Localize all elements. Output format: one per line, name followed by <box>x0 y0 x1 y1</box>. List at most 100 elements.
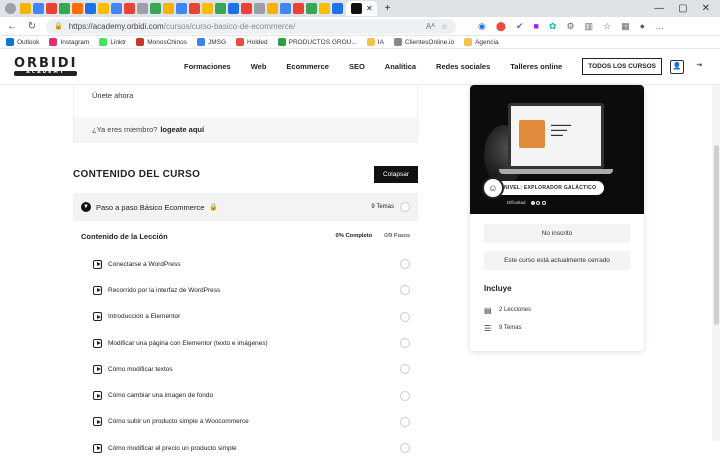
extension-icon[interactable]: ⬤ <box>496 21 506 32</box>
extension-icon[interactable]: ■ <box>533 21 538 32</box>
site-logo[interactable]: ORBIDI ACADEMY <box>14 57 78 76</box>
tab-favicon-icon[interactable] <box>254 3 265 14</box>
collapse-button[interactable]: Colapsar <box>373 166 418 183</box>
tab-favicon-icon[interactable] <box>293 3 304 14</box>
split-screen-icon[interactable]: ▥ <box>585 21 594 32</box>
favorite-star-icon[interactable]: ☆ <box>441 22 448 31</box>
laptop-mockup: ▬▬▬▬▬ ▬▬▬▬ ▬▬▬ <box>499 103 613 174</box>
new-tab-button[interactable]: + <box>385 3 391 14</box>
page-scrollbar[interactable] <box>712 85 720 441</box>
difficulty-dot <box>530 200 535 205</box>
refresh-icon[interactable]: ↻ <box>26 21 38 32</box>
close-window-icon[interactable]: ✕ <box>702 3 710 14</box>
puzzle-icon[interactable]: ⚙ <box>566 21 574 32</box>
lesson-item[interactable]: Cómo cambiar una imagen de fondo <box>73 382 418 408</box>
extension-icon[interactable]: ✿ <box>549 21 557 32</box>
tab-favicon-icon[interactable] <box>98 3 109 14</box>
url-field[interactable]: 🔒 https://academy.orbidi.com/cursos/curs… <box>46 18 456 34</box>
more-icon[interactable]: … <box>655 21 664 32</box>
tab-favicon-icon[interactable] <box>20 3 31 14</box>
close-icon[interactable]: ✕ <box>366 4 373 13</box>
lesson-item[interactable]: Cómo modificar el precio un producto sim… <box>73 435 418 461</box>
tab-favicon-icon[interactable] <box>163 3 174 14</box>
difficulty-dot <box>536 200 541 205</box>
logout-icon[interactable]: ⇥ <box>692 60 706 74</box>
tab-favicon-icon[interactable] <box>319 3 330 14</box>
read-aloud-icon[interactable]: Aᴬ <box>426 22 435 31</box>
bookmark-item[interactable]: PRODUCTOS GROU... <box>277 38 357 46</box>
lesson-item[interactable]: Cómo modificar textos <box>73 356 418 382</box>
lesson-item[interactable]: Introducción a Elementor <box>73 304 418 330</box>
bookmark-item[interactable]: Outlook <box>6 38 39 46</box>
bookmark-item[interactable]: MonosChinos <box>136 38 187 46</box>
tab-favicon-icon[interactable] <box>85 3 96 14</box>
nav-item[interactable]: Redes sociales <box>436 62 490 71</box>
tab-favicon-icon[interactable] <box>124 3 135 14</box>
bookmark-item[interactable]: Agencia <box>464 38 499 46</box>
nav-item[interactable]: SEO <box>349 62 365 71</box>
tab-favicon-icon[interactable] <box>46 3 57 14</box>
tab-favicon-icon[interactable] <box>176 3 187 14</box>
bookmark-icon <box>99 38 108 46</box>
topic-header[interactable]: ▼ Paso a paso Básico Ecommerce 🔒 9 Temas <box>73 193 418 221</box>
chevron-down-icon[interactable]: ▼ <box>81 202 91 212</box>
active-tab[interactable]: ✕ <box>346 1 377 16</box>
collections-icon[interactable]: ▦ <box>621 21 630 32</box>
lesson-item[interactable]: Conectarse a WordPress <box>73 251 418 277</box>
nav-item[interactable]: Formaciones <box>184 62 231 71</box>
avatar[interactable]: ● <box>640 21 645 32</box>
tab-favicon-icon[interactable] <box>267 3 278 14</box>
tab-favicon-icon[interactable] <box>189 3 200 14</box>
tab-favicon-icon[interactable] <box>33 3 44 14</box>
bookmark-label: Holded <box>247 38 268 46</box>
minimize-icon[interactable]: — <box>654 3 664 14</box>
bookmark-item[interactable]: Linktr <box>99 38 126 46</box>
login-link[interactable]: logeate aquí <box>160 125 204 134</box>
bookmark-label: IA <box>377 38 384 46</box>
user-icon[interactable]: 👤 <box>670 59 684 74</box>
join-now-link[interactable]: Únete ahora <box>74 85 417 117</box>
lock-icon: 🔒 <box>54 23 63 30</box>
maximize-icon[interactable]: ▢ <box>678 3 687 14</box>
tab-favicon-icon[interactable] <box>280 3 291 14</box>
extension-icon[interactable]: ◉ <box>478 21 486 32</box>
tab-favicon-icon[interactable] <box>202 3 213 14</box>
profile-icon[interactable] <box>5 3 16 14</box>
tab-favicon-icon[interactable] <box>332 3 343 14</box>
favorites-icon[interactable]: ☆ <box>603 21 611 32</box>
course-card: ▬▬▬▬▬ ▬▬▬▬ ▬▬▬ ☺ NIVEL: EXPLORADOR GALÁCTI… <box>470 85 644 351</box>
tab-favicon-icon[interactable] <box>306 3 317 14</box>
nav-item[interactable]: Analítica <box>385 62 416 71</box>
course-card-body: No inscrito Este curso está actualmente … <box>470 214 644 347</box>
nav-item[interactable]: Web <box>251 62 267 71</box>
tab-favicon-icon[interactable] <box>137 3 148 14</box>
bookmark-item[interactable]: Instagram <box>49 38 89 46</box>
nav-item[interactable]: Ecommerce <box>286 62 329 71</box>
all-courses-button[interactable]: TODOS LOS CURSOS <box>582 58 662 75</box>
back-icon[interactable]: ← <box>6 21 18 32</box>
lesson-content-title: Contenido de la Lección <box>81 231 168 241</box>
tab-favicon-icon[interactable] <box>150 3 161 14</box>
lesson-item[interactable]: Cómo subir un producto simple a Woocomme… <box>73 409 418 435</box>
bookmark-item[interactable]: IA <box>366 38 384 46</box>
scrollbar-thumb[interactable] <box>714 145 719 325</box>
tab-list[interactable] <box>19 3 344 14</box>
lesson-item[interactable]: Recorrido por la interfaz de WordPress <box>73 277 418 303</box>
tab-favicon-icon[interactable] <box>228 3 239 14</box>
tab-favicon-icon[interactable] <box>59 3 70 14</box>
bookmark-label: JMSG <box>207 38 227 46</box>
course-hero-image: ▬▬▬▬▬ ▬▬▬▬ ▬▬▬ ☺ NIVEL: EXPLORADOR GALÁCTI… <box>470 85 644 214</box>
document-icon: ▤ <box>484 305 492 315</box>
nav-item[interactable]: Talleres online <box>510 62 562 71</box>
bookmark-item[interactable]: JMSG <box>196 38 227 46</box>
tab-favicon-icon[interactable] <box>72 3 83 14</box>
status-circle-icon <box>400 338 410 349</box>
tab-favicon-icon[interactable] <box>215 3 226 14</box>
bookmark-item[interactable]: Holded <box>236 38 268 46</box>
lesson-item[interactable]: Modificar una página con Elementor (text… <box>73 330 418 356</box>
tab-favicon-icon[interactable] <box>241 3 252 14</box>
extension-icon[interactable]: ✔ <box>516 21 524 32</box>
course-closed-notice: Este curso está actualmente cerrado <box>484 251 630 270</box>
tab-favicon-icon[interactable] <box>111 3 122 14</box>
bookmark-item[interactable]: ClientesOnline.io <box>393 38 454 46</box>
